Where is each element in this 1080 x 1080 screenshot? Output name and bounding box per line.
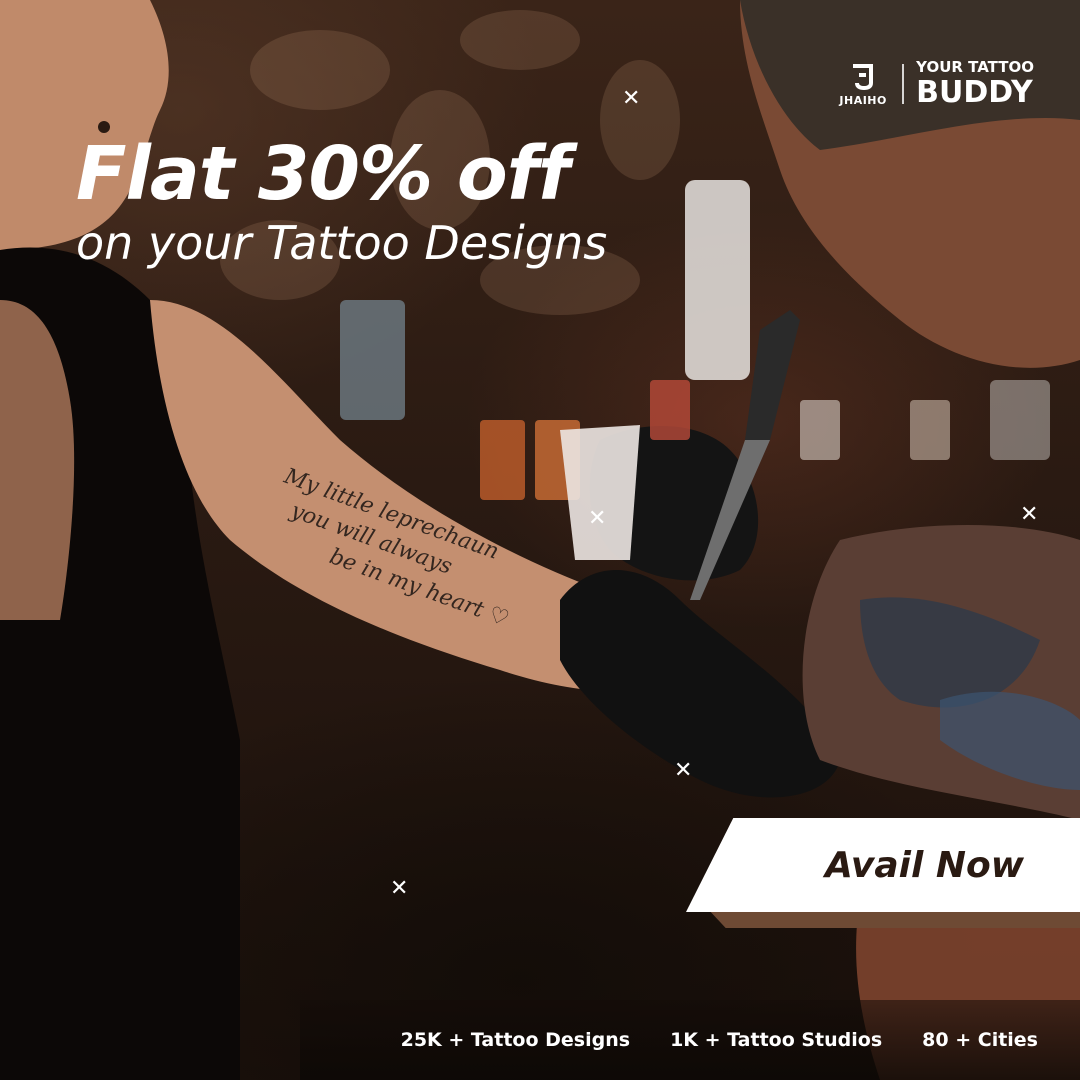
sparkle-icon: ✕	[588, 506, 607, 531]
brand-logo: JHAIHO	[832, 61, 894, 107]
offer-subtitle: on your Tattoo Designs	[76, 216, 608, 270]
offer-title: Flat 30% off	[76, 131, 570, 217]
sparkle-icon: ✕	[622, 86, 641, 111]
sparkle-icon: ✕	[390, 876, 409, 901]
promo-poster: My little leprechaun you will always be …	[0, 0, 1080, 1080]
brand-tagline-bottom: BUDDY	[916, 75, 1033, 110]
stat-tattoo-studios: 1K + Tattoo Studios	[670, 1029, 883, 1051]
sparkle-icon: ✕	[1020, 502, 1039, 527]
sparkle-icon: ✕	[674, 758, 693, 783]
stat-cities: 80 + Cities	[922, 1029, 1038, 1051]
avail-now-button[interactable]: Avail Now	[686, 818, 1080, 912]
brand-header: JHAIHO YOUR TATTOO BUDDY	[832, 58, 1034, 110]
brand-divider	[902, 64, 905, 104]
brand-logo-name: JHAIHO	[839, 94, 887, 107]
jhaiho-logo-icon	[853, 64, 874, 90]
avail-now-label: Avail Now	[825, 844, 1024, 886]
offer-headline: Flat 30% off on your Tattoo Designs	[76, 128, 607, 272]
stat-tattoo-designs: 25K + Tattoo Designs	[400, 1029, 631, 1051]
brand-tagline: YOUR TATTOO BUDDY	[916, 58, 1034, 110]
brand-tagline-top: YOUR TATTOO	[916, 58, 1034, 76]
stats-bar: 25K + Tattoo Designs 1K + Tattoo Studios…	[300, 1000, 1080, 1080]
